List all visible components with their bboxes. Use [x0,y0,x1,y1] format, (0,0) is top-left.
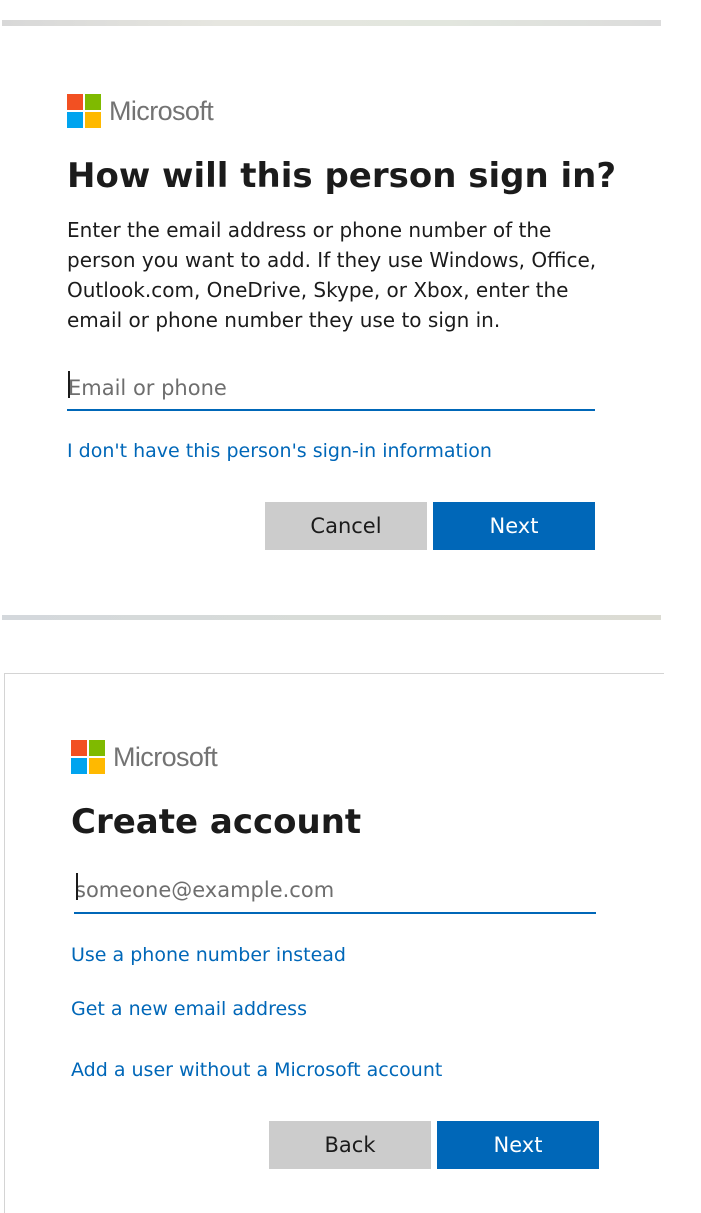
new-email-link[interactable]: Get a new email address [71,998,307,1020]
microsoft-logo: Microsoft [67,94,214,129]
microsoft-logo-icon [67,94,102,129]
no-microsoft-account-link[interactable]: Add a user without a Microsoft account [71,1059,442,1081]
top-divider [2,20,661,26]
next-button[interactable]: Next [433,502,595,550]
use-phone-link[interactable]: Use a phone number instead [71,944,346,966]
page-title: Create account [71,802,362,842]
microsoft-logo-icon [71,740,106,775]
cancel-button[interactable]: Cancel [265,502,427,550]
next-button[interactable]: Next [437,1121,599,1169]
microsoft-logo: Microsoft [71,740,218,775]
email-input[interactable] [74,867,596,914]
instructions-text: Enter the email address or phone number … [67,218,597,332]
page-title: How will this person sign in? [67,156,617,196]
microsoft-wordmark: Microsoft [113,742,218,772]
text-caret [76,873,78,900]
text-caret [68,371,70,398]
back-button[interactable]: Back [269,1121,431,1169]
email-or-phone-input[interactable] [67,366,595,411]
microsoft-wordmark: Microsoft [109,96,214,126]
section-divider [2,615,661,620]
no-signin-info-link[interactable]: I don't have this person's sign-in infor… [67,440,492,462]
